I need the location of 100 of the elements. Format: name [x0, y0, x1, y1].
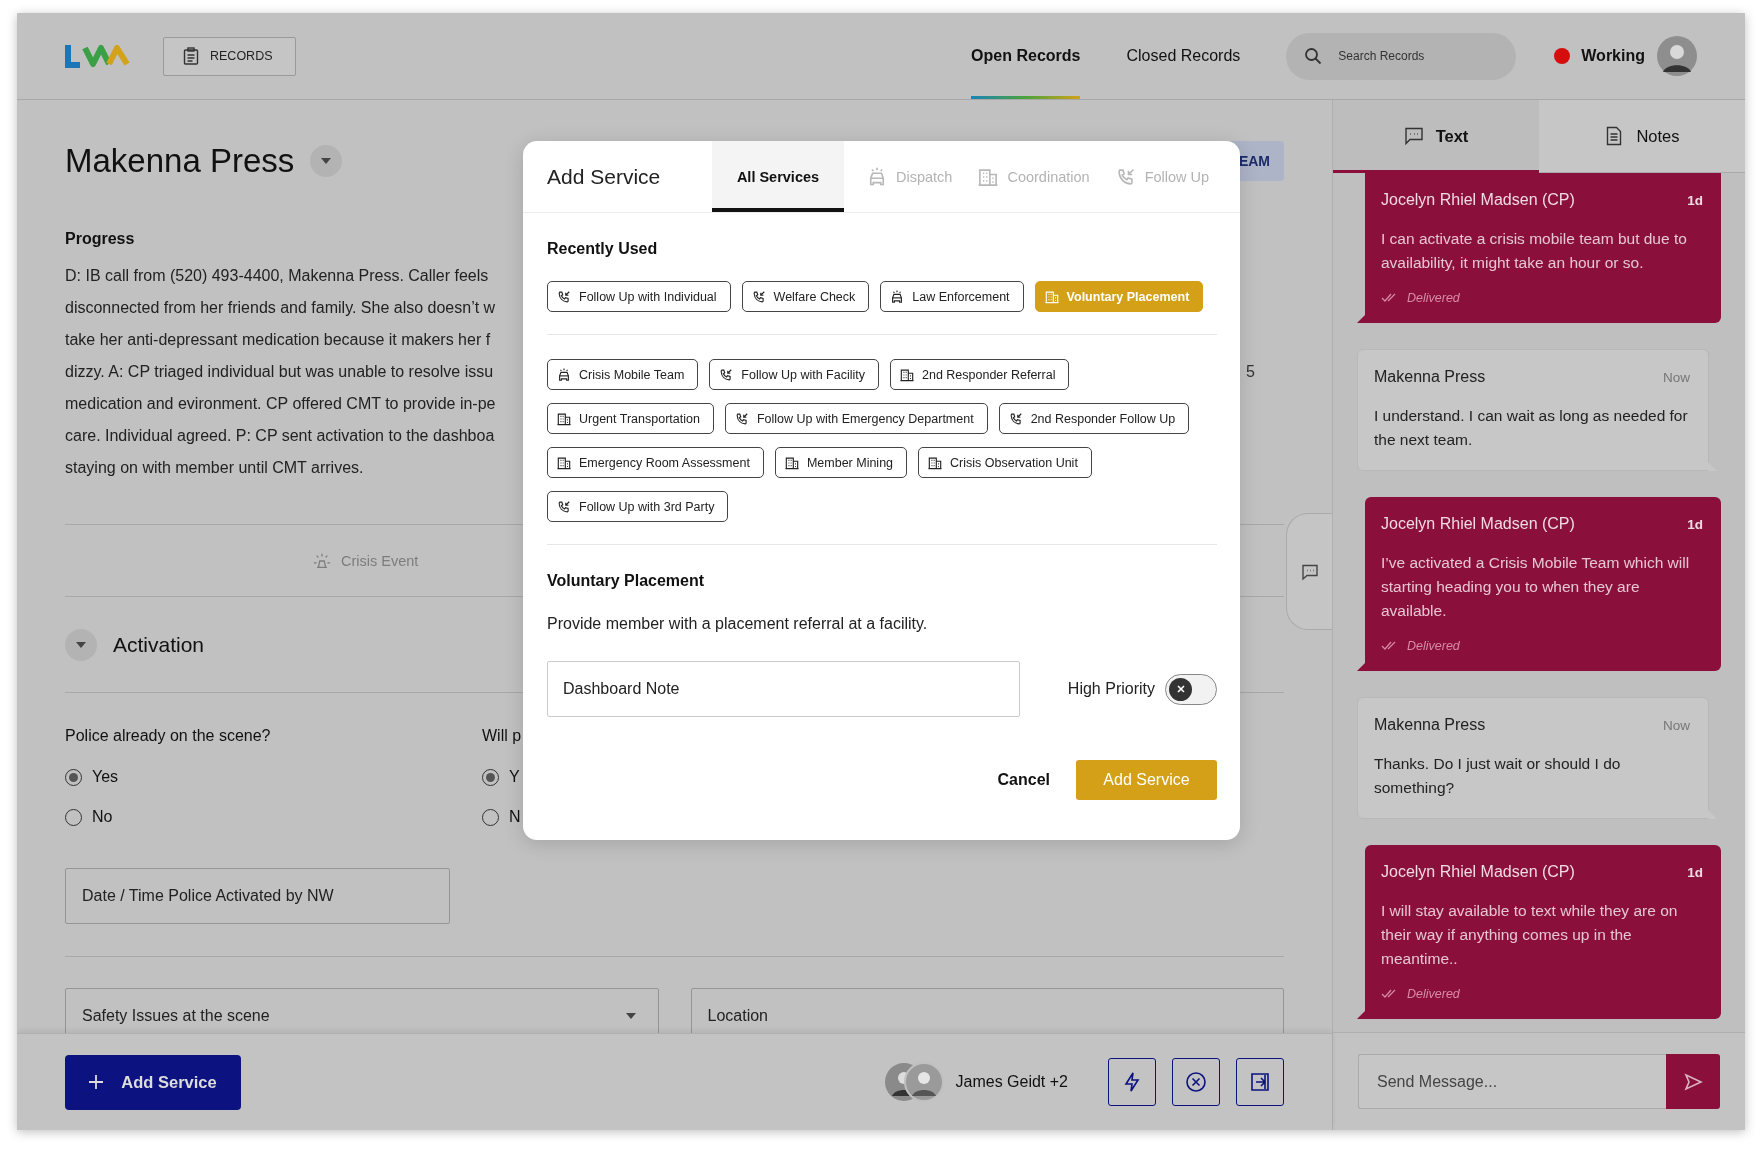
car-siren-icon: [867, 166, 887, 187]
nav-tab[interactable]: Closed Records: [1126, 13, 1241, 99]
add-service-button[interactable]: Add Service: [65, 1054, 241, 1110]
service-chip[interactable]: Follow Up with 3rd Party: [547, 491, 729, 522]
message-text: I can activate a crisis mobile team but due to availability, it might take an hour or so.: [1381, 229, 1688, 273]
service-chip[interactable]: Crisis Observation Unit: [918, 447, 1092, 478]
progress-text-line: disconnected from her friends and family. She also doesn’t w: [65, 299, 496, 317]
service-title: Voluntary Placement: [547, 572, 706, 590]
message-sender: Makenna Press: [1374, 368, 1486, 386]
status-dot: [1554, 48, 1571, 64]
car-siren-icon: [890, 289, 905, 304]
message-icon: [1300, 562, 1319, 581]
caret-icon: [625, 1013, 636, 1019]
assignee-names: James Geidt +2: [955, 1073, 1068, 1091]
exit-button[interactable]: [1236, 1058, 1284, 1106]
service-chip[interactable]: Urgent Transportation: [547, 403, 714, 434]
building-icon: [978, 166, 999, 187]
message-time: Now: [1663, 718, 1690, 733]
message-sender: Makenna Press: [1374, 716, 1486, 734]
chat-handle-button[interactable]: [1286, 513, 1332, 630]
radio-label: Yes: [92, 768, 119, 786]
service-chip[interactable]: 2nd Responder Follow Up: [998, 403, 1190, 434]
delivery-status: Delivered: [1407, 291, 1460, 305]
message-sender: Jocelyn Rhiel Madsen (CP): [1381, 863, 1575, 881]
service-chip[interactable]: Welfare Check: [741, 281, 870, 312]
service-chip[interactable]: Law Enforcement: [880, 281, 1024, 312]
logo-icon: [65, 42, 131, 70]
service-chip[interactable]: Emergency Room Assessment: [547, 447, 764, 478]
section-toggle-button[interactable]: [65, 628, 97, 661]
service-chip[interactable]: Crisis Mobile Team: [547, 359, 699, 390]
phone-callback-icon: [734, 411, 749, 426]
section-title: Activation: [113, 632, 205, 657]
phone-callback-icon: [1115, 166, 1136, 187]
progress-text-line: staying on with member until CMT arrives.: [65, 459, 364, 477]
cancel-button[interactable]: [1172, 1058, 1220, 1106]
phone-callback-icon: [557, 289, 571, 304]
cancel-button[interactable]: Cancel: [991, 770, 1056, 790]
service-chip[interactable]: Member Mining: [774, 447, 908, 478]
phone-callback-icon: [719, 367, 734, 382]
message-time: Now: [1663, 370, 1690, 385]
message-time: 1d: [1687, 517, 1703, 532]
question-label: Police already on the scene?: [65, 727, 272, 745]
siren-icon: [313, 551, 331, 570]
nav-tab[interactable]: Open Records: [971, 13, 1081, 99]
service-description: Provide member with a placement referral at a facility.: [547, 615, 929, 633]
message-text: Thanks. Do I just wait or should I do something?: [1374, 754, 1622, 798]
priority-label: High Priority: [1067, 680, 1155, 698]
records-button[interactable]: RECORDS: [163, 36, 296, 76]
message-input[interactable]: Send Message...: [1358, 1054, 1666, 1109]
car-siren-icon: [557, 367, 571, 382]
service-chip[interactable]: Follow Up with Individual: [547, 281, 731, 312]
text-fragment: 5: [1246, 363, 1255, 381]
caret-icon: [76, 641, 86, 648]
delivery-status: Delivered: [1407, 987, 1460, 1001]
message-time: 1d: [1687, 865, 1703, 880]
building-icon: [784, 455, 799, 470]
message-icon: [1403, 126, 1424, 146]
progress-text-line: dizzy. A: CP triaged individual but was unable to resolve issu: [65, 363, 494, 381]
building-icon: [900, 367, 914, 382]
send-icon: [1683, 1071, 1703, 1092]
status-label: Working: [1581, 47, 1645, 65]
message-text: I understand. I can wait as long as needed for the next team.: [1374, 406, 1689, 450]
assignee-avatars: [883, 1062, 944, 1102]
radio-label: No: [92, 808, 113, 826]
exit-icon: [1249, 1071, 1271, 1093]
phone-callback-icon: [1008, 411, 1023, 426]
title-dropdown-button[interactable]: [310, 145, 343, 177]
chat-tab[interactable]: Notes: [1539, 100, 1745, 172]
close-circle-icon: [1185, 1071, 1207, 1093]
building-icon: [928, 455, 943, 470]
caret-icon: [321, 158, 332, 164]
service-tab[interactable]: All Services: [712, 141, 844, 212]
close-icon: [1175, 684, 1186, 694]
phone-callback-icon: [751, 289, 766, 304]
progress-text-line: take her anti-depressant medication because it makers her f: [65, 331, 491, 349]
radio-label: Y: [509, 768, 520, 786]
message-text: I will stay available to text while they are on their way if anything comes up in the meantime..: [1381, 901, 1679, 969]
message-time: 1d: [1687, 193, 1703, 208]
building-icon: [557, 411, 571, 426]
delivery-status: Delivered: [1407, 639, 1460, 653]
progress-text-line: medication and evironment. CP offered CMT to provide in-pe: [65, 395, 496, 413]
question-label: Will p: [482, 727, 523, 745]
building-icon: [557, 455, 571, 470]
progress-text-line: D: IB call from (520) 493-4400, Makenna Press. Caller feels: [65, 267, 489, 285]
search-icon: [1304, 47, 1323, 65]
dashboard-note-field[interactable]: Dashboard Note: [547, 661, 1020, 717]
priority-toggle[interactable]: [1165, 673, 1217, 705]
recently-used-heading: Recently Used: [547, 240, 659, 258]
dialog-title: Add Service: [547, 164, 662, 189]
phone-callback-icon: [557, 499, 571, 514]
send-button[interactable]: [1666, 1054, 1720, 1109]
clipboard-icon: [182, 47, 200, 65]
service-chip[interactable]: Follow Up with Emergency Department: [724, 403, 988, 434]
bolt-button[interactable]: [1108, 1058, 1156, 1106]
service-chip[interactable]: Follow Up with Facility: [709, 359, 879, 390]
plus-icon: [89, 1075, 104, 1089]
service-chip[interactable]: 2nd Responder Referral: [890, 359, 1070, 390]
date-time-field[interactable]: Date / Time Police Activated by NW: [65, 868, 450, 924]
user-avatar[interactable]: [1657, 36, 1697, 76]
record-title: Makenna Press: [65, 142, 295, 180]
